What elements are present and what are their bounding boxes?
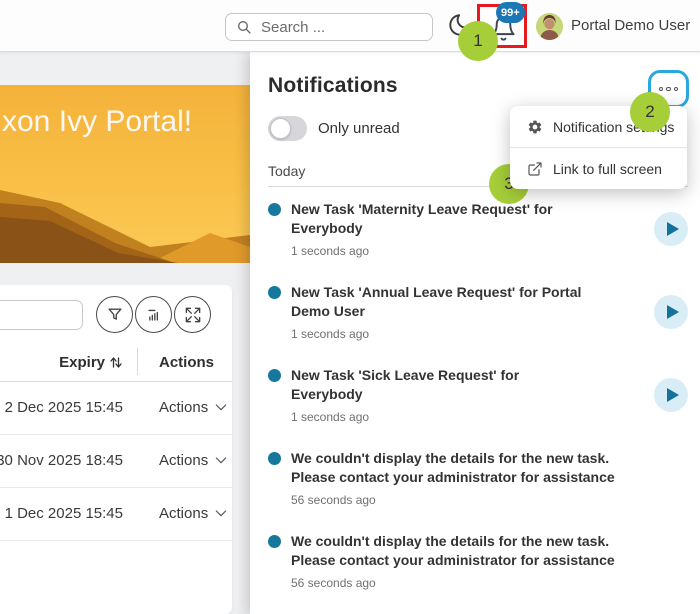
row-actions-dropdown[interactable]: Actions (159, 434, 229, 486)
notification-item[interactable]: New Task 'Sick Leave Request' for Everyb… (268, 354, 700, 437)
expand-arrows-icon (183, 305, 203, 325)
play-icon (667, 305, 679, 319)
expiry-column-header[interactable]: Expiry (59, 354, 105, 371)
notification-title: New Task 'Annual Leave Request' for Port… (291, 283, 591, 321)
notification-time: 56 seconds ago (291, 493, 688, 507)
unread-dot-icon (268, 452, 281, 465)
expiry-cell: 1 Dec 2025 15:45 (0, 487, 123, 539)
notification-time: 56 seconds ago (291, 576, 688, 590)
notification-count-badge: 99+ (496, 2, 525, 23)
toggle-knob (270, 118, 291, 139)
notification-time: 1 seconds ago (291, 244, 646, 258)
welcome-banner: xon Ivy Portal! (0, 85, 250, 263)
notification-item[interactable]: We couldn't display the details for the … (268, 520, 700, 603)
panel-title: Notifications (268, 74, 398, 98)
task-list-card: Expiry Actions 2 Dec 2025 15:45 Actions … (0, 285, 232, 614)
funnel-icon (105, 305, 125, 325)
unread-dot-icon (268, 203, 281, 216)
external-link-icon (527, 161, 543, 177)
unread-dot-icon (268, 535, 281, 548)
only-unread-label: Only unread (318, 120, 400, 137)
notification-item[interactable]: We couldn't display the details for the … (268, 437, 700, 520)
notification-list: New Task 'Maternity Leave Request' for E… (268, 188, 700, 614)
table-header: Expiry Actions (0, 343, 232, 381)
table-row: 30 Nov 2025 18:45 Actions (0, 434, 232, 488)
notification-title: We couldn't display the details for the … (291, 532, 631, 570)
actions-label: Actions (159, 399, 208, 416)
actions-label: Actions (159, 452, 208, 469)
banner-headline: xon Ivy Portal! (2, 105, 192, 139)
kebab-dots-icon (659, 87, 664, 92)
actions-label: Actions (159, 505, 208, 522)
notification-item[interactable]: New Task 'Annual Leave Request' for Port… (268, 271, 700, 354)
row-actions-dropdown[interactable]: Actions (159, 487, 229, 539)
expiry-cell: 2 Dec 2025 15:45 (0, 381, 123, 433)
notification-time: 1 seconds ago (291, 327, 646, 341)
global-search[interactable] (225, 13, 433, 41)
expand-button[interactable] (174, 296, 211, 333)
user-name[interactable]: Portal Demo User (571, 17, 690, 34)
run-task-button[interactable] (654, 378, 688, 412)
step-marker-2: 2 (630, 92, 670, 132)
task-search-input[interactable] (0, 300, 83, 330)
menu-item-label: Link to full screen (553, 161, 662, 177)
sort-arrows-icon[interactable] (109, 355, 123, 370)
kebab-dots-icon (666, 87, 671, 92)
row-actions-dropdown[interactable]: Actions (159, 381, 229, 433)
notification-title: New Task 'Maternity Leave Request' for E… (291, 200, 591, 238)
chevron-down-icon (213, 505, 229, 521)
statistics-button[interactable] (135, 296, 172, 333)
table-row: 2 Dec 2025 15:45 Actions (0, 381, 232, 435)
unread-dot-icon (268, 286, 281, 299)
gear-icon (527, 119, 543, 135)
only-unread-toggle[interactable] (268, 116, 307, 141)
kebab-dots-icon (674, 87, 679, 92)
search-input[interactable] (259, 18, 424, 37)
bar-chart-icon (144, 305, 164, 325)
chevron-down-icon (213, 399, 229, 415)
notification-title: New Task 'Sick Leave Request' for Everyb… (291, 366, 591, 404)
expiry-cell: 30 Nov 2025 18:45 (0, 434, 123, 486)
menu-item-link-full-screen[interactable]: Link to full screen (510, 148, 687, 189)
actions-column-header: Actions (159, 343, 214, 381)
run-task-button[interactable] (654, 212, 688, 246)
column-divider (137, 348, 138, 375)
notification-time: 1 seconds ago (291, 410, 646, 424)
step-marker-1: 1 (458, 21, 498, 61)
notification-item[interactable]: New Task 'Maternity Leave Request' for E… (268, 188, 700, 271)
unread-dot-icon (268, 369, 281, 382)
notification-title: We couldn't display the details for the … (291, 449, 631, 487)
filter-button[interactable] (96, 296, 133, 333)
top-bar: Portal Demo User (0, 0, 700, 52)
chevron-down-icon (213, 452, 229, 468)
play-icon (667, 388, 679, 402)
play-icon (667, 222, 679, 236)
notification-item[interactable]: We couldn't display the details for the … (268, 603, 700, 614)
app-window: xon Ivy Portal! Expiry (0, 0, 700, 614)
table-row: 1 Dec 2025 15:45 Actions (0, 487, 232, 541)
section-label: Today (268, 163, 305, 179)
magnifier-icon (236, 19, 252, 35)
run-task-button[interactable] (654, 295, 688, 329)
avatar[interactable] (536, 13, 563, 40)
user-photo (536, 13, 563, 40)
